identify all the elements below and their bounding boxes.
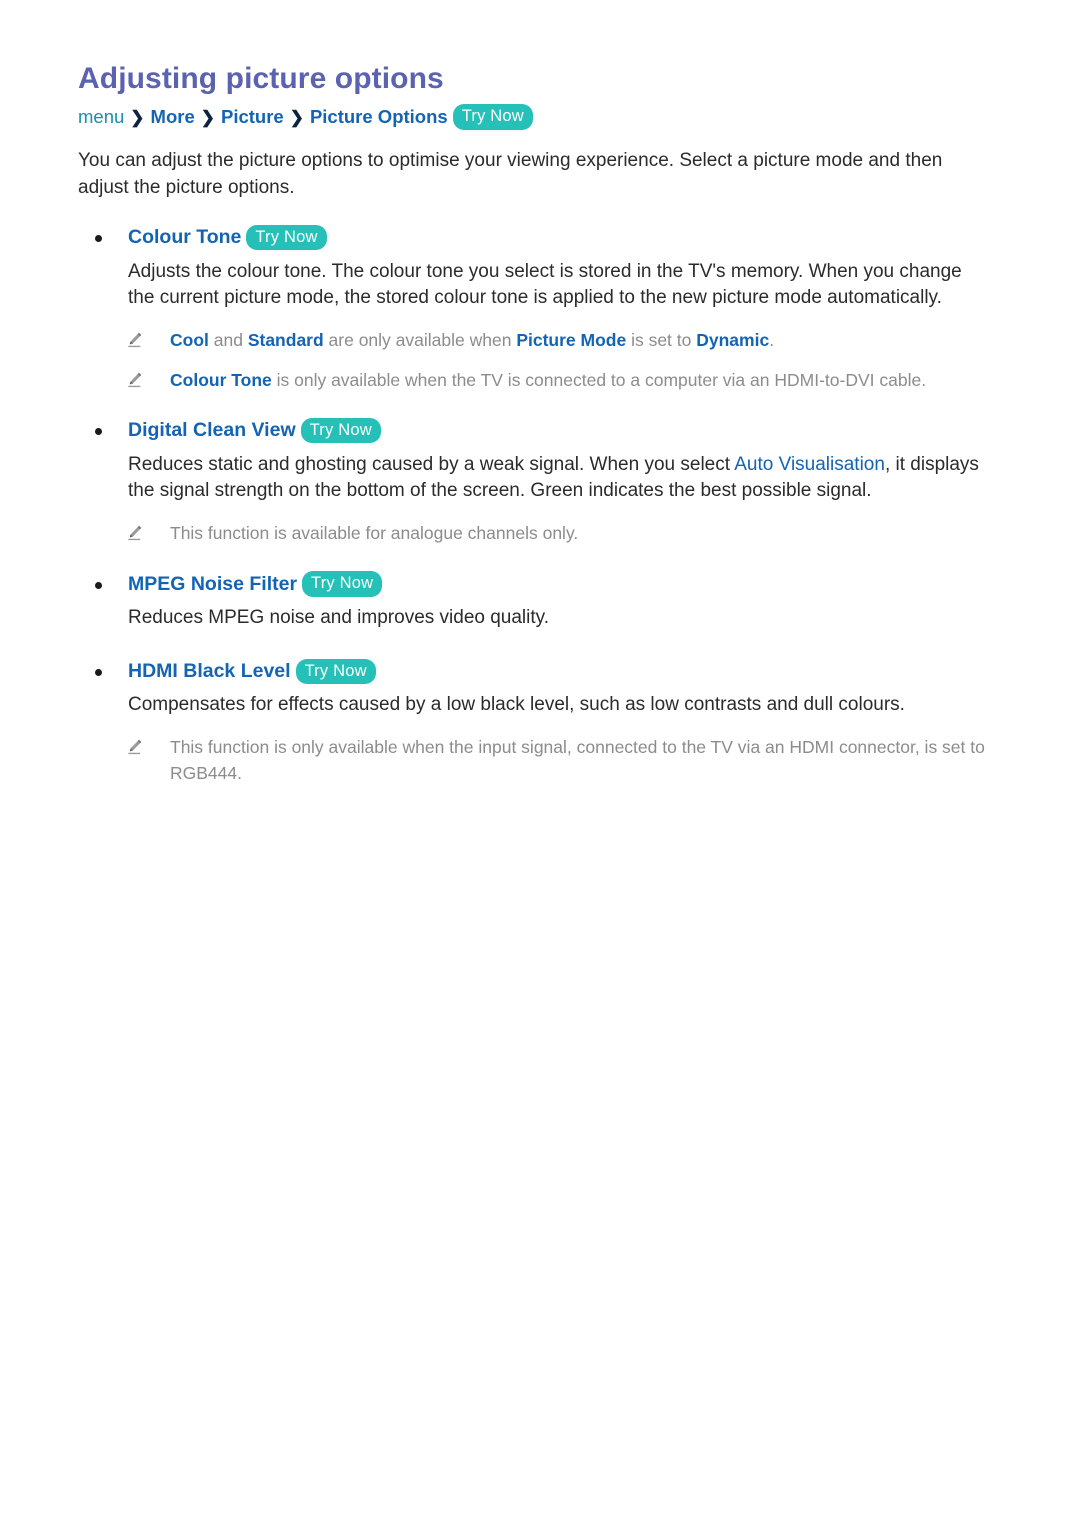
pencil-icon [126,738,144,756]
section-body-colour-tone: Adjusts the colour tone. The colour tone… [128,259,988,313]
try-now-badge-hdmi-black-level[interactable]: Try Now [295,658,376,685]
section-heading-row-colour-tone: Colour Tone Try Now [78,224,1002,251]
breadcrumb-separator-icon: ❯ [200,107,215,127]
section-body-mpeg-noise-filter: Reduces MPEG noise and improves video qu… [128,605,988,632]
section-body-mpeg-noise-filter-part-0: Reduces MPEG noise and improves video qu… [128,607,550,629]
note-hdmi-black-level-0-part-0: This function is only available when the… [170,737,985,783]
note-text-digital-clean-view-0: This function is available for analogue … [170,521,1002,546]
note-text-colour-tone-1: Colour Tone is only available when the T… [170,368,1002,393]
pencil-icon [126,331,144,349]
section-body-digital-clean-view-part-1: Auto Visualisation [734,453,885,475]
section-heading-row-hdmi-black-level: HDMI Black Level Try Now [78,658,1002,685]
section-body-digital-clean-view: Reduces static and ghosting caused by a … [128,452,988,506]
note-colour-tone-0-part-0: Cool [170,330,209,351]
note-row-hdmi-black-level-0: This function is only available when the… [78,735,1002,786]
section-title-label: Colour Tone [128,226,242,249]
try-now-badge-colour-tone[interactable]: Try Now [246,224,327,251]
breadcrumb-item-more[interactable]: More [151,106,195,127]
sections-container: Colour Tone Try Now Adjusts the colour ton… [78,224,1002,810]
section-title-label: MPEG Noise Filter [128,572,298,595]
bullet-dot-icon [95,235,102,243]
breadcrumb-separator-icon: ❯ [289,107,304,127]
breadcrumb-separator-icon: ❯ [130,107,145,127]
section-title-label: HDMI Black Level [128,660,291,683]
note-colour-tone-1-part-1: is only available when the TV is connect… [271,369,927,390]
note-colour-tone-0-part-1: and [208,330,248,351]
section-body-colour-tone-part-0: Adjusts the colour tone. The colour tone… [128,260,962,309]
note-row-colour-tone-0: Cool and Standard are only available whe… [78,328,1002,353]
section-body-hdmi-black-level: Compensates for effects caused by a low … [128,692,988,719]
note-digital-clean-view-0-part-0: This function is available for analogue … [170,523,579,544]
section-title-label: Digital Clean View [128,419,296,442]
pencil-icon [126,371,144,389]
note-colour-tone-0-part-7: . [769,330,775,351]
section-title-hdmi-black-level: HDMI Black Level Try Now [128,658,376,685]
intro-paragraph: You can adjust the picture options to op… [78,150,943,199]
section-body-digital-clean-view-part-0: Reduces static and ghosting caused by a … [128,453,735,475]
pencil-icon [126,524,144,542]
try-now-badge-breadcrumb[interactable]: Try Now [452,104,533,130]
note-colour-tone-0-part-2: Standard [247,330,324,351]
note-text-hdmi-black-level-0: This function is only available when the… [170,735,1002,786]
breadcrumb: menu ❯ More ❯ Picture ❯ Picture Options Try Now [78,103,1002,131]
section-heading-row-digital-clean-view: Digital Clean View Try Now [78,417,1002,444]
breadcrumb-item-picture[interactable]: Picture [221,106,284,127]
note-row-colour-tone-1: Colour Tone is only available when the T… [78,368,1002,393]
note-colour-tone-0-part-6: Dynamic [696,330,770,351]
try-now-badge-digital-clean-view[interactable]: Try Now [300,417,381,444]
section-heading-row-mpeg-noise-filter: MPEG Noise Filter Try Now [78,571,1002,597]
breadcrumb-item-picture-options[interactable]: Picture Options [310,106,448,127]
page-title: Adjusting picture options [78,62,444,95]
section-body-hdmi-black-level-part-0: Compensates for effects caused by a low … [128,694,905,716]
section-title-colour-tone: Colour Tone Try Now [128,224,327,251]
note-colour-tone-0-part-3: are only available when [323,330,517,351]
note-colour-tone-0-part-5: is set to [626,330,697,351]
note-colour-tone-0-part-4: Picture Mode [516,330,627,351]
document-page: Adjusting picture options menu ❯ More ❯ Pict… [0,0,1080,1527]
try-now-badge-mpeg-noise-filter[interactable]: Try Now [302,571,383,597]
note-colour-tone-1-part-0: Colour Tone [170,369,272,390]
section-title-digital-clean-view: Digital Clean View Try Now [128,417,381,444]
bullet-dot-icon [95,669,102,677]
breadcrumb-item-menu[interactable]: menu [78,106,124,127]
bullet-dot-icon [95,581,102,589]
bullet-dot-icon [95,428,102,436]
note-text-colour-tone-0: Cool and Standard are only available whe… [170,328,1002,353]
section-title-mpeg-noise-filter: MPEG Noise Filter Try Now [128,571,383,597]
note-row-digital-clean-view-0: This function is available for analogue … [78,521,1002,546]
